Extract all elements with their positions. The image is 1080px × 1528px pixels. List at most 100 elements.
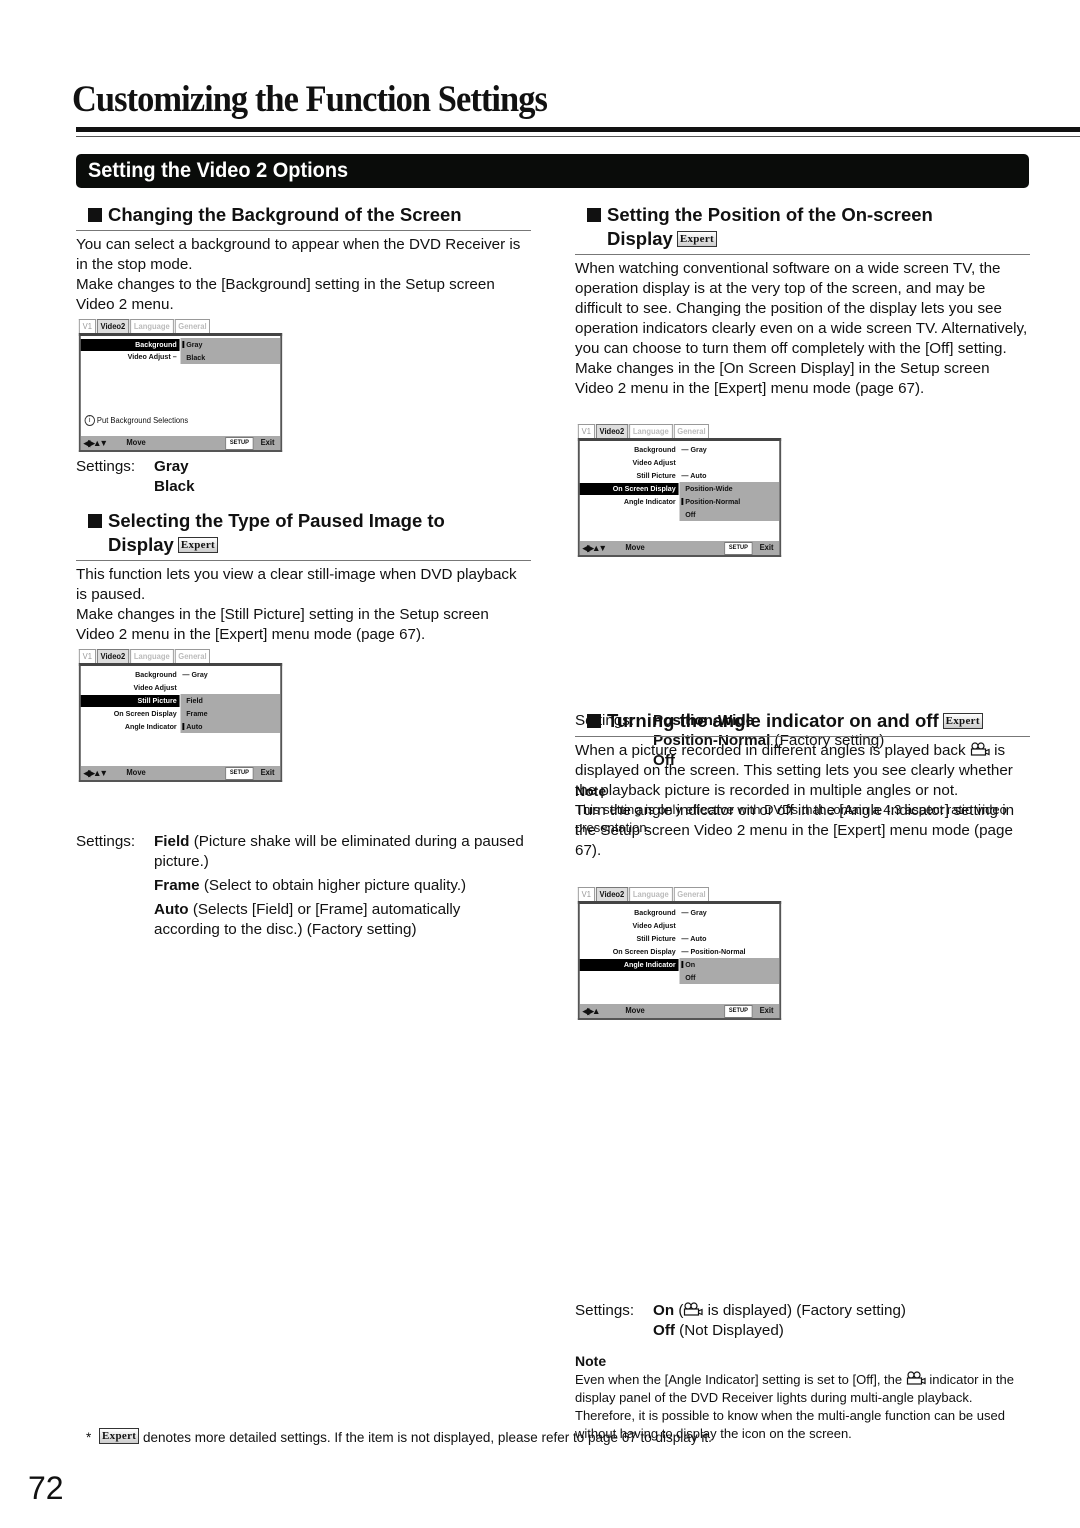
tab-video2[interactable]: Video2 [595,887,629,902]
paused-body2: Make changes in the [Still Picture] sett… [76,606,489,643]
option-label: Black [186,353,206,362]
menu-row-background[interactable]: Background [81,669,180,681]
menu-options: Position-Wide Position-Normal Off [679,482,780,521]
menu-row-angle-indicator[interactable]: Angle Indicator [580,496,679,508]
menu-row-angle-indicator[interactable]: Angle Indicator [579,959,679,971]
menu-frame: Background — Gray Video Adjust Still Pic… [577,438,782,557]
menu-tabs: V1 Video2 Language General [577,424,710,439]
menu-option-off[interactable]: Off [680,971,780,984]
cursor-marker [182,341,185,348]
tab-v1[interactable]: V1 [577,887,595,902]
page-number: 72 [28,1470,64,1506]
menu-option-off[interactable]: Off [680,508,780,521]
tab-v1[interactable]: V1 [577,424,595,439]
tab-general[interactable]: General [174,319,211,334]
menu-row-background[interactable]: Background [580,444,679,456]
menu-row-video-adjust[interactable]: Video Adjust [81,682,180,694]
menu-row-on-screen-display[interactable]: On Screen Display [579,483,679,495]
tab-language[interactable]: Language [629,887,673,902]
tab-language[interactable]: Language [629,424,673,439]
tab-v1[interactable]: V1 [78,319,96,334]
menu-row-background[interactable]: Background [580,907,679,919]
menu-row-background[interactable]: Background [80,339,180,351]
angle-camera-icon [906,1371,926,1385]
position-section: Setting the Position of the On-screen Dis… [575,203,1030,399]
menu-footer: ◀▶▲▼ Move SETUP Exit [80,436,281,450]
tab-general[interactable]: General [673,887,710,902]
arrow-keys-icon: ◀▶▲▼ [83,438,108,448]
move-label: Move [625,1006,645,1015]
tab-general[interactable]: General [673,424,710,439]
heading-text-2: Display [108,534,174,555]
heading-text: Setting the Position of the On-screen [607,204,933,225]
tab-v1[interactable]: V1 [78,649,96,664]
menu-row-still-picture[interactable]: Still Picture [580,470,679,482]
expert-badge: Expert [676,231,717,247]
arrow-keys-icon: ◀▶▲▼ [582,543,607,553]
menu-option-position-normal[interactable]: Position-Normal [680,495,780,508]
paused-heading: Selecting the Type of Paused Image to Dis… [76,509,531,561]
paused-section: Selecting the Type of Paused Image to Dis… [76,509,531,645]
menu-row-angle-indicator[interactable]: Angle Indicator [81,721,180,733]
background-body: You can select a background to appear wh… [76,236,521,273]
setup-button[interactable]: SETUP [225,767,254,780]
setup-button[interactable]: SETUP [724,542,753,555]
setting-field: Field [154,833,190,850]
menu-tabs: V1 Video2 Language General [78,649,211,664]
expert-badge: Expert [99,1428,140,1444]
option-label: Off [685,973,696,982]
setting-on: On [653,1302,675,1319]
menu-row-video-adjust[interactable]: Video Adjust – [81,351,180,363]
menu-row-still-picture[interactable]: Still Picture [580,933,679,945]
menu-option-on[interactable]: On [680,958,780,971]
angle-settings: Settings: On ( is displayed) (Factory se… [575,1301,1030,1443]
setting-off-desc: (Not Displayed) [679,1322,784,1339]
tab-video2[interactable]: Video2 [595,424,629,439]
menu-options: On Off [679,958,780,984]
section-title: Setting the Video 2 Options [88,159,349,182]
menu-option-gray[interactable]: Gray [181,338,281,351]
setup-button[interactable]: SETUP [724,1005,753,1018]
expert-badge: Expert [177,537,218,553]
menu-value-background: — Gray [681,908,707,917]
setting-off: Off [653,1322,675,1339]
menu-row-on-screen-display[interactable]: On Screen Display [580,946,679,958]
menu-option-position-wide[interactable]: Position-Wide [680,482,780,495]
option-label: Frame [186,709,208,718]
menu-row-video-adjust[interactable]: Video Adjust [580,457,679,469]
tab-language[interactable]: Language [130,649,174,664]
option-label: Position-Normal [685,497,741,506]
cursor-marker [681,961,684,968]
setting-frame-desc: (Select to obtain higher picture quality… [203,877,467,894]
menu-tabs: V1 Video2 Language General [78,319,211,334]
arrow-keys-icon: ◀▶▲ [582,1006,601,1016]
tab-video2[interactable]: Video2 [96,319,130,334]
title-rule [76,127,1080,132]
menu-options: Field Frame Auto [180,694,281,733]
heading-text: Changing the Background of the Screen [108,204,462,225]
move-label: Move [625,543,645,552]
menu-option-frame[interactable]: Frame [181,707,281,720]
expert-badge: Expert [942,713,983,729]
tab-general[interactable]: General [174,649,211,664]
menu-row-video-adjust[interactable]: Video Adjust [580,920,679,932]
setup-menu-still-picture: V1 Video2 Language General Background — … [76,646,283,782]
menu-value-on-screen-display: — Position-Normal [681,947,746,956]
menu-value-still-picture: — Auto [681,471,707,480]
menu-row-on-screen-display[interactable]: On Screen Display [81,708,180,720]
section-header: Setting the Video 2 Options [76,154,1029,188]
background-body2: Make changes to the [Background] setting… [76,276,495,313]
tab-video2[interactable]: Video2 [96,649,130,664]
setup-button[interactable]: SETUP [225,437,254,450]
menu-row-still-picture[interactable]: Still Picture [80,695,180,707]
menu-option-auto[interactable]: Auto [181,720,281,733]
menu-option-black[interactable]: Black [181,351,281,364]
tab-language[interactable]: Language [130,319,174,334]
setting-field-desc: (Picture shake will be eliminated during… [154,833,524,870]
setup-menu-background: V1 Video2 Language General Background Vi… [76,316,283,452]
menu-option-field[interactable]: Field [181,694,281,707]
angle-camera-icon [684,1302,703,1316]
bullet-square-icon [88,514,102,528]
option-label: Field [186,696,203,705]
option-label: Off [685,510,696,519]
